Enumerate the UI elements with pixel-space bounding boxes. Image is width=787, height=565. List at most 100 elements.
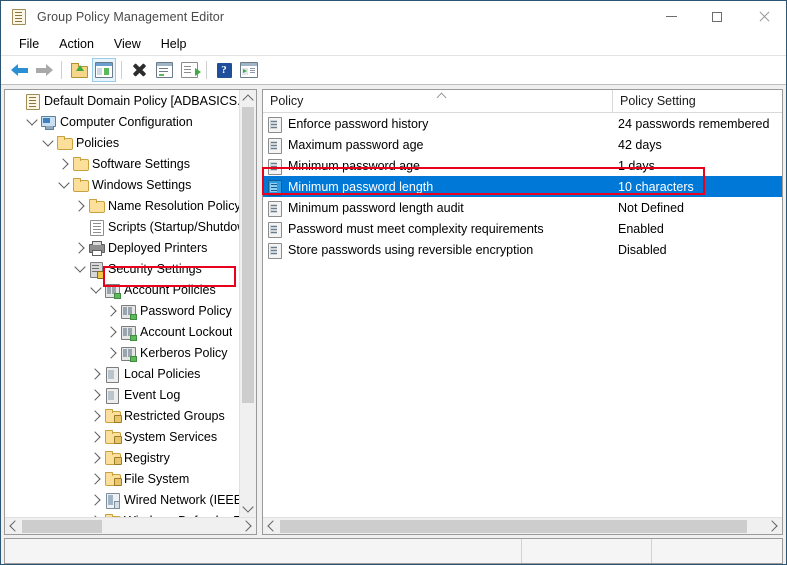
- up-one-level-button[interactable]: [67, 58, 91, 82]
- chevron-down-icon[interactable]: [40, 135, 56, 151]
- chevron-right-icon[interactable]: [88, 408, 104, 424]
- table-row[interactable]: Maximum password age42 days: [263, 134, 782, 155]
- tree-hscroll-right-button[interactable]: [239, 518, 256, 535]
- menu-item-help[interactable]: Help: [151, 35, 197, 53]
- chevron-right-icon[interactable]: [88, 387, 104, 403]
- chevron-down-icon[interactable]: [56, 177, 72, 193]
- tree-node[interactable]: Policies: [5, 132, 239, 153]
- help-button[interactable]: ?: [212, 58, 236, 82]
- tree-scroll-track[interactable]: [240, 107, 256, 500]
- tree-node[interactable]: Password Policy: [5, 300, 239, 321]
- table-row[interactable]: Minimum password age1 days: [263, 155, 782, 176]
- tree-node[interactable]: Event Log: [5, 384, 239, 405]
- tree-node[interactable]: Software Settings: [5, 153, 239, 174]
- chevron-down-icon[interactable]: [88, 282, 104, 298]
- tree-node[interactable]: Computer Configuration: [5, 111, 239, 132]
- chevron-glyph: [42, 135, 53, 146]
- forward-button[interactable]: [32, 58, 56, 82]
- tree-node[interactable]: System Services: [5, 426, 239, 447]
- tree-hscroll-left-button[interactable]: [5, 518, 22, 535]
- chevron-down-icon[interactable]: [72, 261, 88, 277]
- list-hscroll-left-button[interactable]: [263, 518, 280, 535]
- script-icon: [88, 219, 104, 235]
- column-header-policy-setting[interactable]: Policy Setting: [613, 90, 782, 112]
- minimize-button[interactable]: [648, 1, 694, 32]
- tree-node-label: Wired Network (IEEE 8: [124, 493, 239, 507]
- tree-node[interactable]: Kerberos Policy: [5, 342, 239, 363]
- tree-horizontal-scrollbar[interactable]: [5, 517, 256, 534]
- back-button[interactable]: [7, 58, 31, 82]
- tree-node[interactable]: Local Policies: [5, 363, 239, 384]
- export-list-button[interactable]: [177, 58, 201, 82]
- tree-scroll-area: Default Domain Policy [ADBASICS.THM Compu…: [5, 90, 256, 517]
- tree-node[interactable]: Deployed Printers: [5, 237, 239, 258]
- chevron-right-icon[interactable]: [88, 366, 104, 382]
- table-row[interactable]: Enforce password history24 passwords rem…: [263, 113, 782, 134]
- chevron-glyph: [74, 261, 85, 272]
- menu-item-file[interactable]: File: [9, 35, 49, 53]
- tree-node[interactable]: Default Domain Policy [ADBASICS.THM: [5, 90, 239, 111]
- policy-setting-icon: [267, 242, 283, 258]
- tree-node[interactable]: Security Settings: [5, 258, 239, 279]
- folder-lock-icon: [104, 471, 120, 487]
- tree-node[interactable]: Windows Settings: [5, 174, 239, 195]
- chevron-right-icon[interactable]: [104, 324, 120, 340]
- policy-setting-icon: [267, 116, 283, 132]
- menu-item-view[interactable]: View: [104, 35, 151, 53]
- tree-scroll-down-button[interactable]: [240, 500, 256, 517]
- close-button[interactable]: [740, 1, 786, 32]
- tree-node-label: Security Settings: [108, 262, 202, 276]
- tree-node[interactable]: Account Policies: [5, 279, 239, 300]
- tree-node[interactable]: Windows Defender Fi: [5, 510, 239, 517]
- close-icon: [758, 11, 769, 22]
- list-hscroll-right-button[interactable]: [765, 518, 782, 535]
- table-row[interactable]: Password must meet complexity requiremen…: [263, 218, 782, 239]
- back-arrow-icon: [11, 63, 28, 77]
- list-horizontal-scrollbar[interactable]: [263, 517, 782, 534]
- list-hscroll-thumb[interactable]: [280, 520, 747, 533]
- chevron-right-icon[interactable]: [88, 492, 104, 508]
- chevron-right-icon[interactable]: [72, 240, 88, 256]
- properties-button[interactable]: [152, 58, 176, 82]
- tree-node-label: Default Domain Policy [ADBASICS.THM: [44, 94, 239, 108]
- chevron-right-icon[interactable]: [72, 198, 88, 214]
- tree-node[interactable]: File System: [5, 468, 239, 489]
- table-row[interactable]: Store passwords using reversible encrypt…: [263, 239, 782, 260]
- tree-node[interactable]: Scripts (Startup/Shutdow: [5, 216, 239, 237]
- chevron-right-icon[interactable]: [104, 345, 120, 361]
- tree-node[interactable]: Account Lockout: [5, 321, 239, 342]
- tree-hscroll-track[interactable]: [22, 518, 239, 535]
- tree-hscroll-thumb[interactable]: [22, 520, 102, 533]
- column-header-policy-label: Policy: [270, 94, 303, 108]
- tree-node-label: Software Settings: [92, 157, 190, 171]
- menu-item-action[interactable]: Action: [49, 35, 104, 53]
- table-row[interactable]: Minimum password length auditNot Defined: [263, 197, 782, 218]
- chevron-right-icon[interactable]: [56, 156, 72, 172]
- show-hide-action-pane-button[interactable]: [237, 58, 261, 82]
- tree-vertical-scrollbar[interactable]: [239, 90, 256, 517]
- chevron-down-icon[interactable]: [24, 114, 40, 130]
- tree-node[interactable]: Restricted Groups: [5, 405, 239, 426]
- chevron-right-icon[interactable]: [88, 450, 104, 466]
- policy-icon: [104, 366, 120, 382]
- list-hscroll-track[interactable]: [280, 518, 765, 535]
- tree-node[interactable]: Registry: [5, 447, 239, 468]
- tree-scroll-up-button[interactable]: [240, 90, 256, 107]
- tree-scroll-thumb[interactable]: [242, 107, 254, 403]
- table-row[interactable]: Minimum password length10 characters: [263, 176, 782, 197]
- policy-setting-cell: 10 characters: [618, 180, 782, 194]
- show-hide-console-tree-button[interactable]: [92, 58, 116, 82]
- maximize-button[interactable]: [694, 1, 740, 32]
- tree-node[interactable]: Name Resolution Policy: [5, 195, 239, 216]
- tree-node[interactable]: Wired Network (IEEE 8: [5, 489, 239, 510]
- toolbar-separator: [121, 61, 122, 79]
- delete-button[interactable]: [127, 58, 151, 82]
- policy-setting-cell: 42 days: [618, 138, 782, 152]
- policy-setting-cell: Not Defined: [618, 201, 782, 215]
- chevron-right-icon[interactable]: [104, 303, 120, 319]
- chevron-right-icon[interactable]: [88, 471, 104, 487]
- column-header-policy[interactable]: Policy: [263, 90, 613, 112]
- status-bar: [4, 538, 783, 564]
- chevron-up-icon: [242, 94, 253, 105]
- chevron-right-icon[interactable]: [88, 429, 104, 445]
